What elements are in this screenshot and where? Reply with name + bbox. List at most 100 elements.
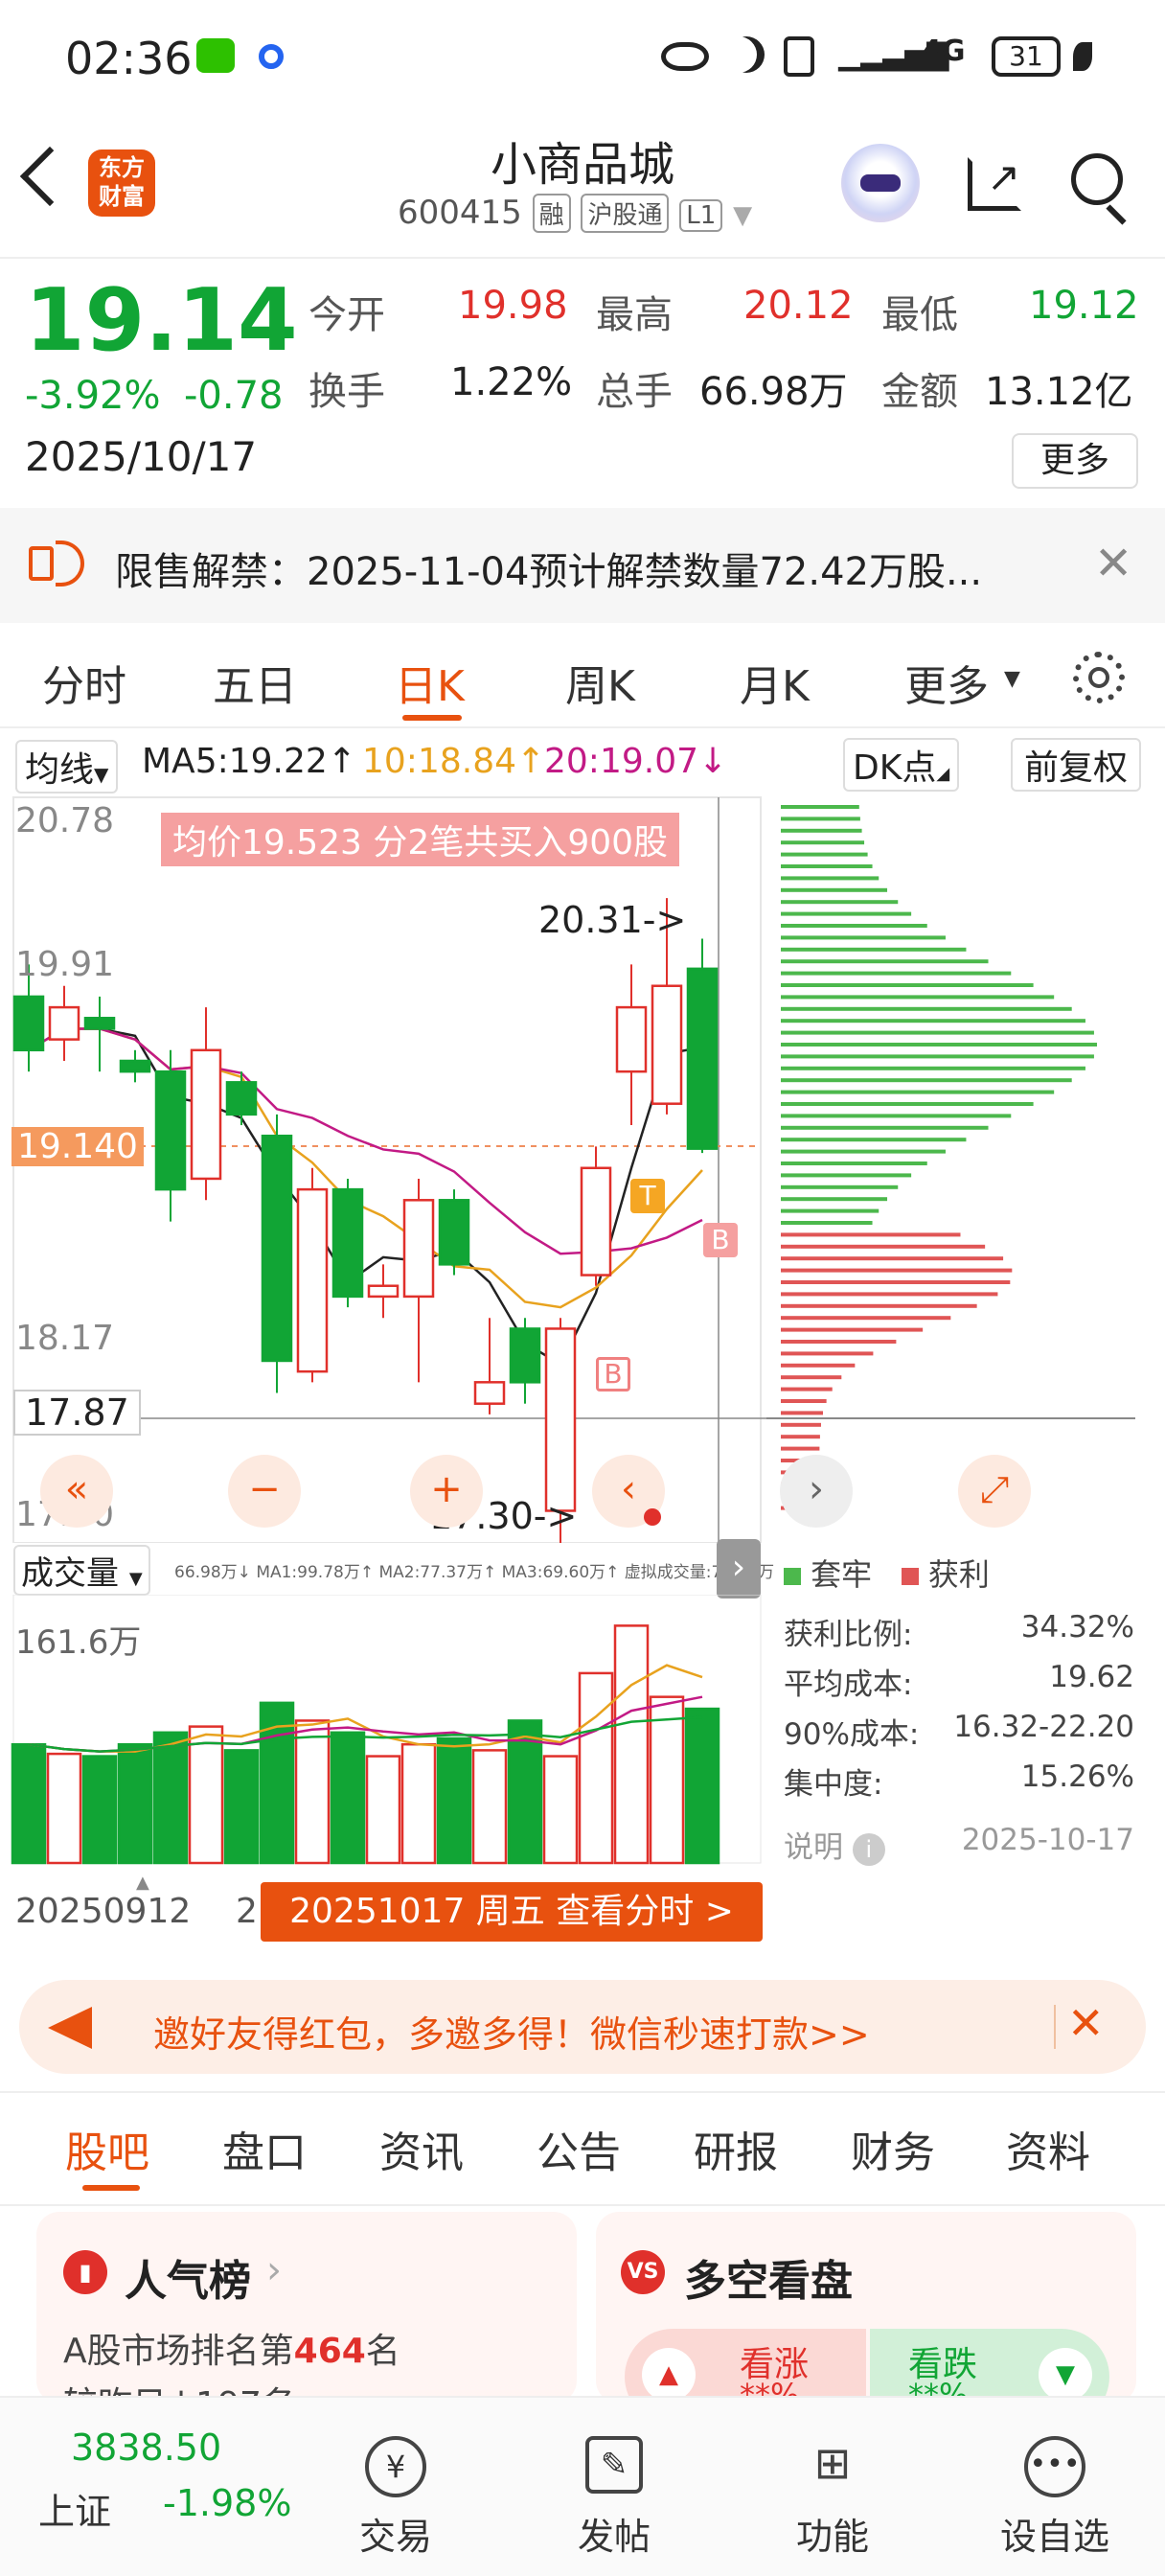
- x-axis-cut: 2: [236, 1892, 258, 1931]
- volume-bar: [330, 1731, 366, 1865]
- chip-bar: [781, 1268, 1013, 1273]
- logo-text-2: 财富: [99, 183, 145, 210]
- tab-announcements[interactable]: 公告: [537, 2118, 621, 2179]
- rank-prefix: A股市场排名第: [63, 2332, 294, 2371]
- tab-guba[interactable]: 股吧: [65, 2118, 149, 2179]
- candle-body: [509, 1327, 541, 1384]
- robot-eyes: [860, 174, 901, 192]
- chip-bar: [781, 1173, 912, 1178]
- divider: [1054, 2005, 1056, 2049]
- index-change: -1.98%: [163, 2482, 292, 2524]
- adjust-selector[interactable]: 前复权: [1011, 738, 1142, 792]
- change-abs: -0.78: [184, 374, 284, 418]
- nav-label: 功能: [795, 2516, 869, 2558]
- chip-bar: [781, 1197, 888, 1202]
- high-value: 20.12: [743, 284, 854, 328]
- nav-label: 设自选: [999, 2516, 1109, 2558]
- scroll-left-button[interactable]: «: [40, 1455, 113, 1528]
- volume-bar: [400, 1742, 437, 1865]
- tab-profile[interactable]: 资料: [1006, 2118, 1090, 2179]
- stat-label: 90%成本:: [784, 1717, 920, 1752]
- tab-finance[interactable]: 财务: [851, 2118, 935, 2179]
- rank-line: A股市场排名第464名: [63, 2323, 400, 2373]
- candle-body: [580, 1166, 612, 1276]
- y-axis-cross: 17.87: [13, 1390, 141, 1436]
- chip-bar: [781, 1066, 1085, 1070]
- bullish-button[interactable]: ▲ 看涨 **%: [625, 2329, 866, 2404]
- candle-body: [190, 1048, 222, 1181]
- nav-add-watchlist[interactable]: ••• 设自选: [983, 2436, 1127, 2560]
- volume-y-top: 161.6万: [15, 1623, 142, 1662]
- x-axis-start: 20250912: [15, 1892, 192, 1931]
- low-value: 19.12: [1029, 284, 1139, 328]
- date-tooltip[interactable]: 20251017 周五 查看分时 >: [261, 1882, 763, 1942]
- lockup-notice[interactable]: 限售解禁：2025-11-04预计解禁数量72.42万股... ✕: [0, 508, 1165, 623]
- candle-body: [261, 1134, 293, 1363]
- nav-label: 发帖: [577, 2516, 651, 2558]
- notice-text: 限售解禁：2025-11-04预计解禁数量72.42万股...: [115, 550, 983, 594]
- tab-daily-k[interactable]: 日K: [395, 652, 465, 713]
- more-button[interactable]: 更多: [1012, 433, 1138, 489]
- nav-trade[interactable]: ¥ 交易: [324, 2436, 468, 2560]
- grid-icon: ⊞: [813, 2437, 852, 2489]
- dist-next-button[interactable]: ›: [780, 1455, 853, 1528]
- volume-bar: [542, 1755, 579, 1865]
- tab-news[interactable]: 资讯: [379, 2118, 464, 2179]
- tab-research[interactable]: 研报: [694, 2118, 778, 2179]
- vibrate-icon: [784, 36, 814, 77]
- tab-weekly-k[interactable]: 周K: [565, 652, 635, 713]
- candle-body: [12, 995, 45, 1052]
- volume-bar: [649, 1695, 685, 1865]
- tab-handicap[interactable]: 盘口: [222, 2118, 307, 2179]
- search-icon[interactable]: [1071, 153, 1123, 205]
- stock-name: 小商品城: [490, 138, 674, 192]
- chip-bar: [781, 1351, 874, 1356]
- back-icon[interactable]: [19, 146, 80, 207]
- speaker-wave: [56, 540, 84, 586]
- quote-panel: 19.14 -3.92% -0.78 2025/10/17 今开 19.98 最…: [0, 261, 1165, 505]
- index-name: 上证: [38, 2491, 112, 2533]
- tab-five-day[interactable]: 五日: [213, 652, 297, 713]
- chip-bar: [781, 1162, 927, 1165]
- candle-body: [331, 1187, 364, 1299]
- chip-bar: [781, 1256, 1004, 1261]
- tab-monthly-k[interactable]: 月K: [740, 652, 810, 713]
- card-title: 多空看盘: [684, 2257, 853, 2306]
- chevron-down-icon[interactable]: ▼: [733, 201, 752, 230]
- chip-bar: [781, 887, 888, 892]
- low-label: 最低: [881, 293, 958, 337]
- leaf-icon: [1073, 42, 1092, 71]
- chip-bar: [781, 1208, 879, 1213]
- quote-date: 2025/10/17: [25, 433, 258, 480]
- popularity-card[interactable]: ▮ 人气榜 › A股市场排名第464名 较昨日↓197名: [36, 2212, 577, 2404]
- close-icon[interactable]: ✕: [1067, 1997, 1105, 2049]
- stat-label: 获利比例:: [784, 1618, 913, 1652]
- chip-bar: [781, 1102, 1034, 1106]
- tab-intraday[interactable]: 分时: [42, 652, 126, 713]
- bearish-button[interactable]: 看跌 **% ▼: [870, 2329, 1109, 2404]
- expand-icon[interactable]: ⤢: [958, 1455, 1031, 1528]
- close-icon[interactable]: ✕: [1094, 537, 1132, 590]
- volume-legend: 66.98万↓ MA1:99.78万↑ MA2:77.37万↑ MA3:69.6…: [174, 1563, 775, 1582]
- ma-legend-row: 均线▼ MA5:19.22↑ 10:18.84↑ 20:19.07↓ DK点◢ …: [0, 734, 1165, 794]
- stat-value: 16.32-22.20: [953, 1710, 1134, 1744]
- expand-panel-button[interactable]: ›: [717, 1539, 761, 1598]
- chip-bar: [781, 1149, 946, 1154]
- zoom-in-button[interactable]: +: [410, 1455, 483, 1528]
- tab-more[interactable]: 更多: [904, 652, 989, 713]
- volume-selector[interactable]: 成交量 ▼: [13, 1545, 150, 1596]
- note-row[interactable]: 说明 i 2025-10-17: [784, 1823, 1134, 1880]
- zoom-out-button[interactable]: −: [228, 1455, 301, 1528]
- down-arrow-icon: ▼: [1039, 2348, 1092, 2402]
- index-widget[interactable]: 3838.50 上证 -1.98%: [38, 2425, 307, 2540]
- nav-post[interactable]: ✎ 发帖: [542, 2436, 686, 2560]
- dk-point-selector[interactable]: DK点◢: [843, 738, 960, 792]
- bull-bear-card[interactable]: VS 多空看盘 ▲ 看涨 **% 看跌 **% ▼: [596, 2212, 1136, 2404]
- more-dots-icon: •••: [1024, 2436, 1085, 2497]
- ranking-icon: ▮: [63, 2250, 107, 2294]
- nav-features[interactable]: ⊞ 功能: [761, 2436, 904, 2560]
- last-price: 19.14: [25, 270, 298, 371]
- chip-bar: [781, 1292, 998, 1297]
- edit-icon: ✎: [585, 2436, 643, 2494]
- promo-banner[interactable]: 邀好友得红包，多邀多得！微信秒速打款>> ✕: [19, 1980, 1146, 2074]
